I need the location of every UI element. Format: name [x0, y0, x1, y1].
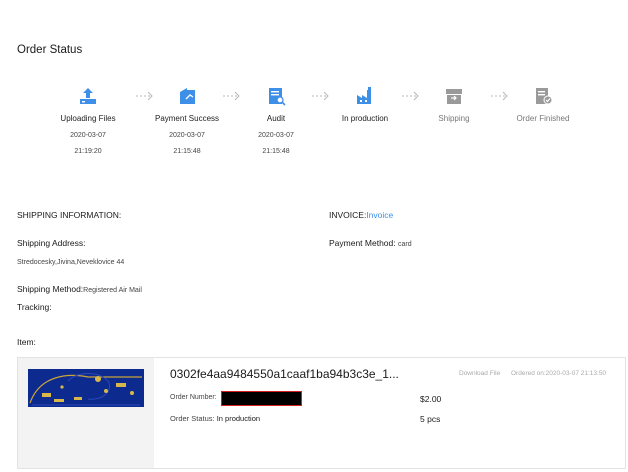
order-number-redacted [221, 391, 302, 406]
shipping-method-label: Shipping Method: [17, 284, 84, 294]
payment-method: Payment Method: card [329, 238, 412, 248]
shipping-method: Shipping Method:Registered Air Mail [17, 284, 142, 294]
item-card: 0302fe4aa9484550a1caaf1ba94b3c3e_1... Do… [17, 357, 626, 469]
item-price: $2.00 [420, 394, 442, 404]
step-audit: Audit 2020-03-07 21:15:48 [231, 86, 321, 160]
order-progress-steps: Uploading Files 2020-03-07 21:19:20 Payme… [60, 86, 582, 166]
step-label: In production [341, 114, 389, 123]
shipping-heading: SHIPPING INFORMATION: [17, 210, 122, 220]
step-date: 2020-03-07 [169, 132, 205, 139]
order-status: Order Status: In production [170, 414, 260, 423]
payment-method-label: Payment Method: [329, 238, 396, 248]
step-time: 21:15:48 [173, 148, 201, 155]
order-status-label: Order Status: [170, 414, 215, 423]
ordered-on: Ordered on:2020-03-07 21:13:50 [511, 370, 607, 377]
item-heading: Item: [17, 337, 36, 347]
shipping-address-value: Stredocesky,Jivina,Neveklovice 44 [17, 259, 125, 266]
step-label: Audit [266, 114, 286, 123]
step-date: 2020-03-07 [70, 132, 106, 139]
tracking-label: Tracking: [17, 302, 52, 312]
step-time: 21:19:20 [74, 148, 102, 155]
thumbnail-area [18, 358, 154, 468]
payment-icon [180, 88, 195, 104]
download-file-link[interactable]: Download File [459, 370, 500, 377]
step-label: Uploading Files [60, 114, 116, 123]
step-time: 21:15:48 [262, 148, 290, 155]
factory-icon [357, 87, 371, 104]
step-uploading-files: Uploading Files 2020-03-07 21:19:20 [43, 86, 133, 160]
step-payment-success: Payment Success 2020-03-07 21:15:48 [142, 86, 232, 160]
invoice-link[interactable]: Invoice [366, 210, 393, 220]
shipping-address-label: Shipping Address: [17, 238, 86, 248]
step-date: 2020-03-07 [258, 132, 294, 139]
step-shipping: Shipping [409, 86, 499, 123]
order-status-value: In production [216, 414, 261, 423]
step-order-finished: Order Finished [498, 86, 588, 123]
invoice-row: INVOICE:Invoice [329, 210, 393, 220]
finished-icon [536, 88, 553, 105]
order-number-label: Order Number: [170, 394, 217, 401]
item-file-name[interactable]: 0302fe4aa9484550a1caaf1ba94b3c3e_1... [170, 367, 399, 381]
pcb-thumbnail[interactable] [28, 369, 144, 407]
box-icon [446, 89, 462, 104]
payment-method-value: card [398, 241, 412, 248]
page-title: Order Status [17, 44, 83, 56]
invoice-label: INVOICE: [329, 210, 367, 220]
audit-icon [269, 88, 286, 106]
upload-icon [80, 88, 96, 104]
step-label: Shipping [438, 114, 470, 123]
step-label: Payment Success [154, 114, 220, 123]
step-label: Order Finished [516, 114, 570, 123]
shipping-method-value: Registered Air Mail [83, 287, 142, 294]
step-in-production: In production [320, 86, 410, 123]
item-quantity: 5 pcs [420, 414, 441, 424]
